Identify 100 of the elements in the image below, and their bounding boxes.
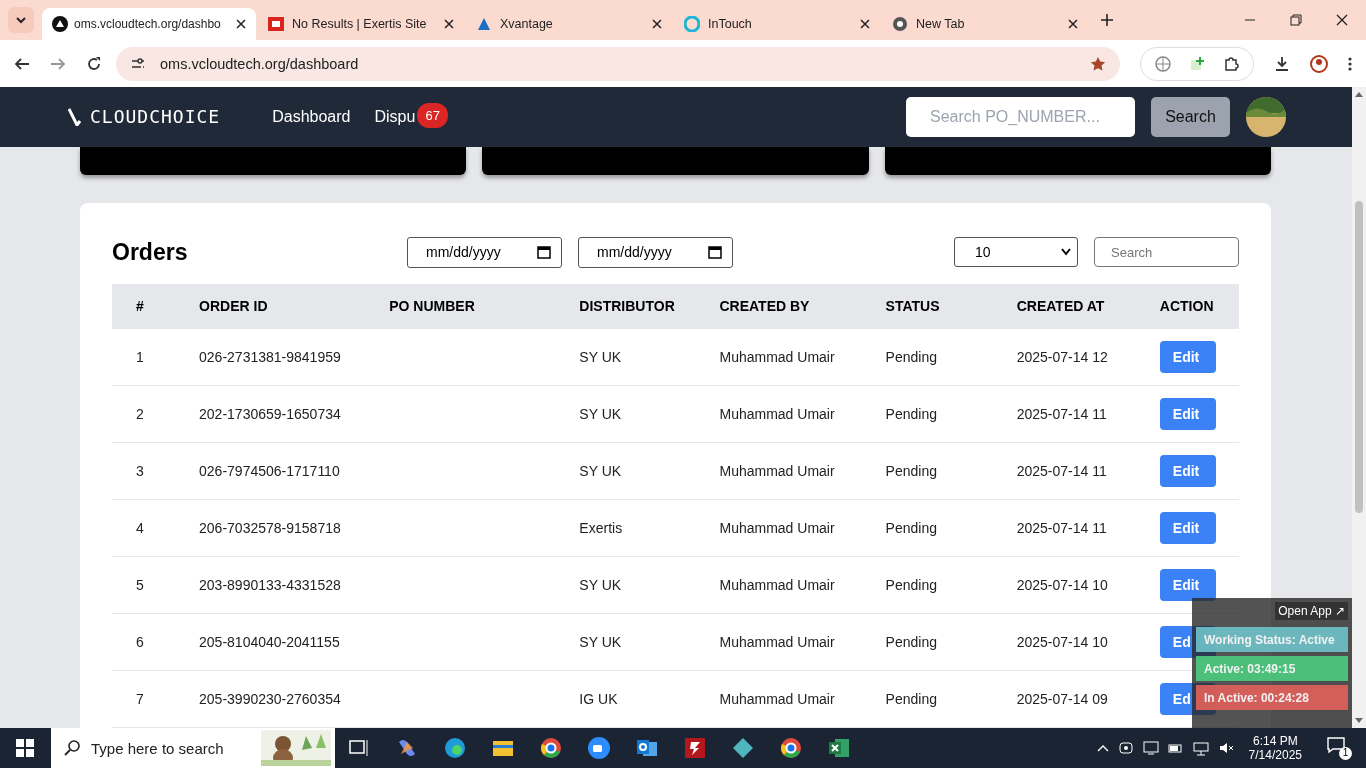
table-cell: SY UK [579, 577, 622, 593]
calendar-icon [708, 245, 722, 259]
table-cell: Muhammad Umair [719, 520, 835, 536]
chevron-down-icon [1061, 248, 1071, 256]
chevron-up-icon[interactable] [1096, 744, 1109, 752]
table-cell: 202-1730659-1650734 [199, 406, 341, 422]
taskbar-search[interactable]: Type here to search [51, 728, 335, 768]
restore-icon[interactable] [1290, 14, 1302, 26]
close-icon[interactable] [236, 19, 246, 29]
forward-icon[interactable] [50, 55, 66, 72]
camera-icon[interactable] [1117, 740, 1134, 756]
star-icon[interactable] [1090, 55, 1106, 72]
column-header: ACTION [1135, 283, 1239, 329]
date-field[interactable]: mm/dd/yyyy [578, 236, 733, 268]
table-cell: 7 [136, 691, 144, 707]
scrollbar[interactable] [1352, 87, 1366, 728]
close-icon[interactable] [444, 19, 454, 29]
spreadsheet-icon[interactable] [827, 736, 851, 760]
column-header: CREATED AT [992, 283, 1136, 329]
table-cell: Pending [885, 691, 937, 707]
scroll-up-icon[interactable] [1355, 91, 1363, 97]
table-cell: 6 [136, 634, 144, 650]
avatar[interactable] [1246, 96, 1286, 137]
column-header: DISTRIBUTOR [555, 283, 696, 329]
browser-tab[interactable]: Xvantage [466, 8, 672, 40]
close-icon[interactable] [1336, 14, 1348, 26]
nav-link[interactable]: Dashboard [272, 107, 351, 126]
logo[interactable]: CLOUDCHOICE [68, 106, 221, 128]
table-cell: 2025-07-14 09 [1016, 691, 1108, 707]
column-header: # [112, 283, 176, 329]
table-cell: SY UK [579, 634, 622, 650]
table-cell: 203-8990133-4331528 [199, 577, 341, 593]
browser-tab[interactable]: No Results | Exertis Site [258, 8, 464, 40]
edit-button[interactable]: Edit [1159, 340, 1216, 373]
browser-tab[interactable]: New Tab [882, 8, 1088, 40]
close-icon[interactable] [860, 19, 870, 29]
table-cell: SY UK [579, 348, 622, 365]
browser-tab[interactable]: InTouch [674, 8, 880, 40]
search-field[interactable]: Search PO_NUMBER... [906, 96, 1135, 137]
edit-button[interactable]: Edit [1159, 398, 1216, 430]
search-icon [63, 739, 81, 757]
table-cell: Pending [885, 348, 937, 365]
table-cell: Pending [885, 406, 937, 422]
table-cell: Pending [885, 577, 937, 593]
more-icon[interactable] [1348, 55, 1352, 72]
extension-icon[interactable] [1189, 55, 1205, 72]
table-cell: Muhammad Umair [719, 691, 835, 707]
edit-button[interactable]: Edit [1159, 512, 1216, 544]
column-header: CREATED BY [695, 283, 862, 329]
table-cell: 026-7974506-1717110 [199, 463, 340, 479]
volume-muted-icon[interactable] [1217, 740, 1234, 756]
download-icon[interactable] [1274, 55, 1290, 72]
table-cell: 2 [136, 406, 144, 422]
chevron-down-icon [15, 14, 27, 26]
column-header: STATUS [861, 283, 993, 329]
table-cell: 2025-07-14 10 [1016, 577, 1108, 593]
search-field[interactable]: Search [1094, 237, 1239, 267]
table-cell: 2025-07-14 12 [1016, 348, 1108, 365]
clock[interactable]: 6:14 PM 7/14/2025 [1248, 734, 1302, 762]
table-cell: 1 [136, 348, 144, 365]
nav-link[interactable]: Dispu [374, 107, 416, 126]
tab-title: oms.vcloudtech.org/dashbo [74, 17, 221, 31]
table-cell: 205-8104040-2041155 [199, 634, 340, 650]
table-cell: 206-7032578-9158718 [199, 520, 341, 536]
calendar-icon [537, 245, 551, 259]
date-field[interactable]: mm/dd/yyyy [407, 236, 562, 268]
back-icon[interactable] [14, 55, 30, 72]
windows-icon[interactable] [16, 739, 34, 757]
chat-icon [1327, 736, 1345, 753]
monitor-icon[interactable] [1142, 740, 1159, 756]
table-cell: 3 [136, 463, 144, 479]
notifications-button[interactable]: 1 [1327, 736, 1352, 760]
edit-button[interactable]: Edit [1159, 455, 1216, 487]
table-cell: Muhammad Umair [719, 577, 835, 593]
close-icon[interactable] [1068, 19, 1078, 29]
profile-icon[interactable] [1310, 54, 1328, 73]
new-tab-icon[interactable] [1100, 13, 1114, 27]
page-size-select[interactable]: 10 [954, 237, 1078, 267]
browser-tab[interactable]: oms.vcloudtech.org/dashbo [42, 8, 256, 40]
tab-search-button[interactable] [8, 7, 34, 33]
table-cell: 4 [136, 520, 144, 536]
table-cell: 205-3990230-2760354 [199, 691, 341, 707]
table-cell: Pending [885, 463, 937, 479]
section-title: Orders [112, 238, 189, 266]
table-cell: Exertis [579, 520, 623, 536]
scroll-down-icon[interactable] [1355, 718, 1363, 724]
close-icon[interactable] [652, 19, 662, 29]
table-cell: 5 [136, 577, 144, 593]
table-cell: 2025-07-14 11 [1016, 463, 1107, 479]
puzzle-icon[interactable] [1223, 55, 1239, 72]
table-cell: 2025-07-14 11 [1016, 520, 1107, 536]
search-button[interactable]: Search [1151, 96, 1230, 137]
address-bar[interactable]: oms.vcloudtech.org/dashboard [116, 46, 1120, 81]
diamond-icon[interactable] [731, 736, 755, 760]
open-app-button[interactable]: Open App ↗ [1275, 602, 1348, 620]
tab-title: New Tab [916, 17, 965, 31]
video-call-icon[interactable] [587, 736, 611, 760]
reload-icon[interactable] [86, 55, 102, 72]
edit-button[interactable]: Edit [1159, 569, 1216, 601]
tab-title: No Results | Exertis Site [292, 17, 427, 31]
